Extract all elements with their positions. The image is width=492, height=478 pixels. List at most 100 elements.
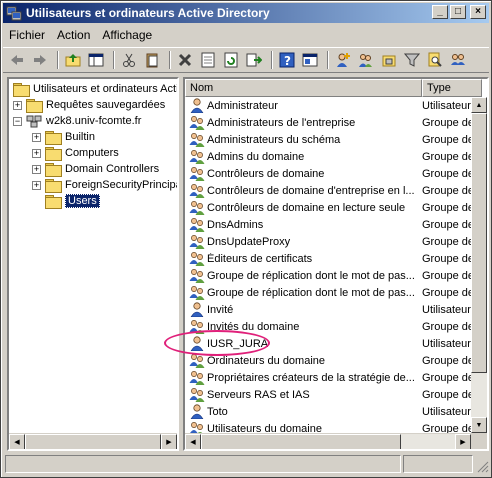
- list-item[interactable]: Toto Utilisateur: [185, 403, 473, 420]
- list-item[interactable]: Admins du domaineGroupe de séc: [185, 148, 482, 165]
- new-group-icon[interactable]: [356, 50, 376, 70]
- list-item[interactable]: Contrôleurs de domaine en lecture seule G…: [185, 199, 482, 216]
- scroll-left-icon[interactable]: ◀: [9, 434, 25, 449]
- expand-icon[interactable]: +: [32, 180, 41, 190]
- tree-item-domain-controllers[interactable]: + Domain Controllers: [32, 161, 159, 177]
- scroll-thumb[interactable]: [471, 113, 487, 373]
- new-user-icon[interactable]: [333, 50, 353, 70]
- minimize-button[interactable]: _: [432, 5, 448, 19]
- user-icon: [189, 302, 205, 318]
- close-button[interactable]: ×: [470, 5, 486, 19]
- group-icon: [189, 115, 205, 130]
- back-icon[interactable]: [7, 50, 27, 70]
- list-item[interactable]: Contrôleurs de domaineGroupe de séc: [185, 165, 482, 182]
- list-vertical-scrollbar[interactable]: ▲ ▼: [471, 97, 487, 433]
- maximize-button[interactable]: □: [450, 5, 466, 19]
- expand-icon[interactable]: +: [32, 164, 41, 174]
- collapse-icon[interactable]: −: [13, 116, 22, 126]
- group-icon: [189, 387, 205, 402]
- cut-icon[interactable]: [119, 50, 139, 70]
- svg-text:?: ?: [284, 54, 291, 68]
- list-item[interactable]: Serveurs RAS et IASGroupe de séc: [185, 386, 482, 403]
- tree-item-foreign-security[interactable]: + ForeignSecurityPrincipals: [32, 177, 177, 193]
- folder-icon: [45, 194, 62, 209]
- list-item[interactable]: Propriétaires créateurs de la stratégie …: [185, 369, 482, 386]
- toolbar: ?: [3, 47, 489, 73]
- export-icon[interactable]: [244, 50, 264, 70]
- object-name: Serveurs RAS et IAS: [207, 388, 310, 401]
- object-name: Éditeurs de certificats: [207, 252, 313, 265]
- object-name: Administrateur: [207, 99, 278, 112]
- filter-icon[interactable]: [402, 50, 422, 70]
- list-horizontal-scrollbar[interactable]: ◀ ▶: [185, 433, 471, 449]
- list-item[interactable]: DnsAdminsGroupe de séc: [185, 216, 482, 233]
- add-to-group-icon[interactable]: [448, 50, 468, 70]
- group-icon: [189, 200, 205, 215]
- object-name: Groupe de réplication dont le mot de pas…: [207, 269, 415, 282]
- console-icon[interactable]: [300, 50, 320, 70]
- forward-icon[interactable]: [30, 50, 50, 70]
- snapin-root-icon: [13, 82, 30, 97]
- expand-icon[interactable]: +: [32, 132, 41, 142]
- list-item[interactable]: Administrateurs de l'entreprise Groupe de…: [185, 114, 482, 131]
- status-cell: [5, 455, 401, 473]
- tree-item-domain[interactable]: − w2k8.univ-fcomte.fr: [13, 113, 141, 129]
- group-icon: [189, 251, 205, 266]
- list-item[interactable]: Contrôleurs de domaine d'entreprise en l…: [185, 182, 482, 199]
- tree-item-builtin[interactable]: + Builtin: [32, 129, 95, 145]
- scroll-down-icon[interactable]: ▼: [471, 417, 487, 433]
- scroll-right-icon[interactable]: ▶: [455, 434, 471, 449]
- group-icon: [189, 370, 205, 385]
- tree-item-label: Builtin: [65, 131, 95, 143]
- tree-root[interactable]: Utilisateurs et ordinateurs Active Direc…: [13, 81, 179, 97]
- refresh-icon[interactable]: [221, 50, 241, 70]
- scroll-thumb[interactable]: [201, 434, 401, 449]
- up-folder-icon[interactable]: [63, 50, 83, 70]
- column-header-type[interactable]: Type: [422, 79, 482, 97]
- scroll-right-icon[interactable]: ▶: [161, 434, 177, 449]
- list-item[interactable]: Administrateurs du schémaGroupe de séc: [185, 131, 482, 148]
- scroll-thumb[interactable]: [25, 434, 161, 449]
- tree-item-label: w2k8.univ-fcomte.fr: [46, 115, 142, 127]
- object-name: Contrôleurs de domaine d'entreprise en l…: [207, 184, 415, 197]
- show-tree-icon[interactable]: [86, 50, 106, 70]
- new-ou-icon[interactable]: [379, 50, 399, 70]
- menu-action[interactable]: Action: [51, 26, 96, 44]
- expand-icon[interactable]: +: [32, 148, 41, 158]
- tree-item-computers[interactable]: + Computers: [32, 145, 119, 161]
- list-item[interactable]: Groupe de réplication dont le mot de pas…: [185, 267, 482, 284]
- menu-fichier[interactable]: Fichier: [3, 26, 51, 44]
- scroll-up-icon[interactable]: ▲: [471, 97, 487, 113]
- tree-item-saved-queries[interactable]: + Requêtes sauvegardées: [13, 97, 165, 113]
- find-icon[interactable]: [425, 50, 445, 70]
- console-tree[interactable]: Utilisateurs et ordinateurs Active Direc…: [7, 77, 179, 451]
- details-pane[interactable]: Nom Type Administrateur Utilisateur Admini…: [183, 77, 489, 451]
- tree-item-users[interactable]: Users: [45, 193, 100, 209]
- column-header-label: Type: [427, 82, 451, 94]
- column-header-name[interactable]: Nom: [185, 79, 422, 97]
- toolbar-separator: [57, 51, 59, 69]
- tree-root-label: Utilisateurs et ordinateurs Active Direc…: [33, 83, 179, 95]
- list-item[interactable]: Administrateur Utilisateur: [185, 97, 473, 114]
- tree-horizontal-scrollbar[interactable]: ◀ ▶: [9, 433, 177, 449]
- list-item[interactable]: Invité Utilisateur: [185, 301, 473, 318]
- object-name: DnsUpdateProxy: [207, 235, 291, 248]
- list-item[interactable]: Groupe de réplication dont le mot de pas…: [185, 284, 482, 301]
- help-icon[interactable]: ?: [277, 50, 297, 70]
- paste-icon[interactable]: [142, 50, 162, 70]
- scroll-left-icon[interactable]: ◀: [185, 434, 201, 449]
- list-item[interactable]: DnsUpdateProxyGroupe de séc: [185, 233, 482, 250]
- menu-affichage[interactable]: Affichage: [96, 26, 158, 44]
- column-header-label: Nom: [190, 82, 214, 94]
- delete-icon[interactable]: [175, 50, 195, 70]
- tree-item-label: Computers: [65, 147, 119, 159]
- object-name: Propriétaires créateurs de la stratégie …: [207, 371, 415, 384]
- properties-icon[interactable]: [198, 50, 218, 70]
- resize-grip-icon[interactable]: [475, 459, 489, 473]
- title-bar[interactable]: Utilisateurs et ordinateurs Active Direc…: [3, 3, 489, 23]
- list-item[interactable]: Éditeurs de certificatsGroupe de séc: [185, 250, 482, 267]
- expand-icon[interactable]: +: [13, 100, 22, 110]
- menu-bar: Fichier Action Affichage: [3, 25, 489, 45]
- group-icon: [189, 217, 205, 232]
- tree-item-label: Requêtes sauvegardées: [46, 99, 166, 111]
